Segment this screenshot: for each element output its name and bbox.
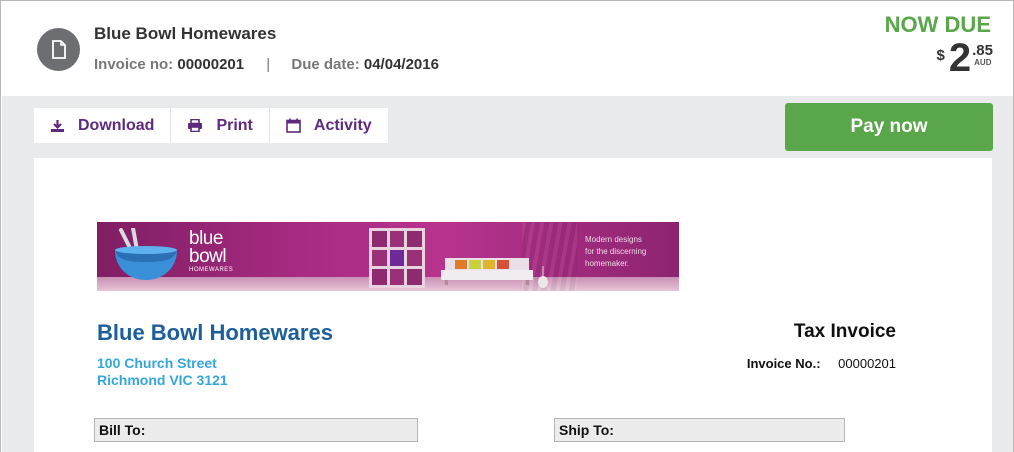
address-line-1: 100 Church Street <box>97 355 217 371</box>
printer-icon <box>188 119 203 132</box>
invoice-body: Download Print Activity Pay now blue bow… <box>2 96 1013 452</box>
vase-illustration <box>538 266 548 288</box>
banner-brand: blue bowl HOMEWARES <box>189 229 234 274</box>
download-icon <box>51 119 64 132</box>
amount-whole: 2 <box>948 36 972 80</box>
tagline-line-1: Modern designs <box>585 235 642 244</box>
print-label: Print <box>216 116 253 134</box>
tagline-line-2: for the discerning <box>585 247 647 256</box>
brand-sub: HOMEWARES <box>189 267 234 273</box>
meta-separator: | <box>266 56 271 73</box>
document-icon <box>37 28 80 71</box>
company-banner: blue bowl HOMEWARES Modern designs for t… <box>97 222 679 291</box>
invoice-number-label: Invoice no: <box>94 56 174 73</box>
document-company-name: Blue Bowl Homewares <box>97 320 333 345</box>
invoice-no-label: Invoice No.: <box>746 356 821 371</box>
company-address: 100 Church Street Richmond VIC 3121 <box>97 355 228 389</box>
header-company-name: Blue Bowl Homewares <box>94 24 277 43</box>
amount-fraction: .85 AUD <box>972 43 993 68</box>
status-label: NOW DUE <box>884 12 991 37</box>
invoice-meta: Invoice no: 00000201 | Due date: 04/04/2… <box>94 56 439 73</box>
action-toolbar: Download Print Activity <box>34 108 388 143</box>
invoice-number: 00000201 <box>177 56 245 73</box>
shelf-illustration <box>369 228 425 288</box>
document-title: Tax Invoice <box>793 321 896 342</box>
currency-symbol: $ <box>936 47 945 64</box>
amount-cents: .85 <box>972 42 993 59</box>
invoice-header: Blue Bowl Homewares Invoice no: 00000201… <box>2 2 1013 96</box>
activity-button[interactable]: Activity <box>270 108 388 143</box>
sofa-illustration <box>441 258 533 285</box>
amount-due: $ 2 .85 AUD <box>937 38 993 78</box>
bill-to-box: Bill To: <box>94 418 418 442</box>
currency-code: AUD <box>974 58 992 67</box>
document-invoice-number: Invoice No.: 00000201 <box>747 356 896 371</box>
ship-to-box: Ship To: <box>554 418 845 442</box>
calendar-icon <box>286 118 301 133</box>
tagline-line-3: homemaker. <box>585 259 630 268</box>
download-button[interactable]: Download <box>34 108 172 143</box>
invoice-document: blue bowl HOMEWARES Modern designs for t… <box>34 158 992 452</box>
due-date-label: Due date: <box>291 56 360 73</box>
activity-label: Activity <box>313 116 372 134</box>
banner-tagline: Modern designs for the discerning homema… <box>585 234 646 270</box>
pay-now-button[interactable]: Pay now <box>785 103 993 151</box>
print-button[interactable]: Print <box>171 108 270 143</box>
bowl-logo-icon <box>115 228 177 280</box>
due-date: 04/04/2016 <box>363 56 439 73</box>
window-frame: Blue Bowl Homewares Invoice no: 00000201… <box>0 0 1014 452</box>
brand-line-2: bowl <box>189 246 227 267</box>
address-line-2: Richmond VIC 3121 <box>97 372 228 388</box>
download-label: Download <box>78 116 155 134</box>
invoice-no-value: 00000201 <box>838 356 896 371</box>
